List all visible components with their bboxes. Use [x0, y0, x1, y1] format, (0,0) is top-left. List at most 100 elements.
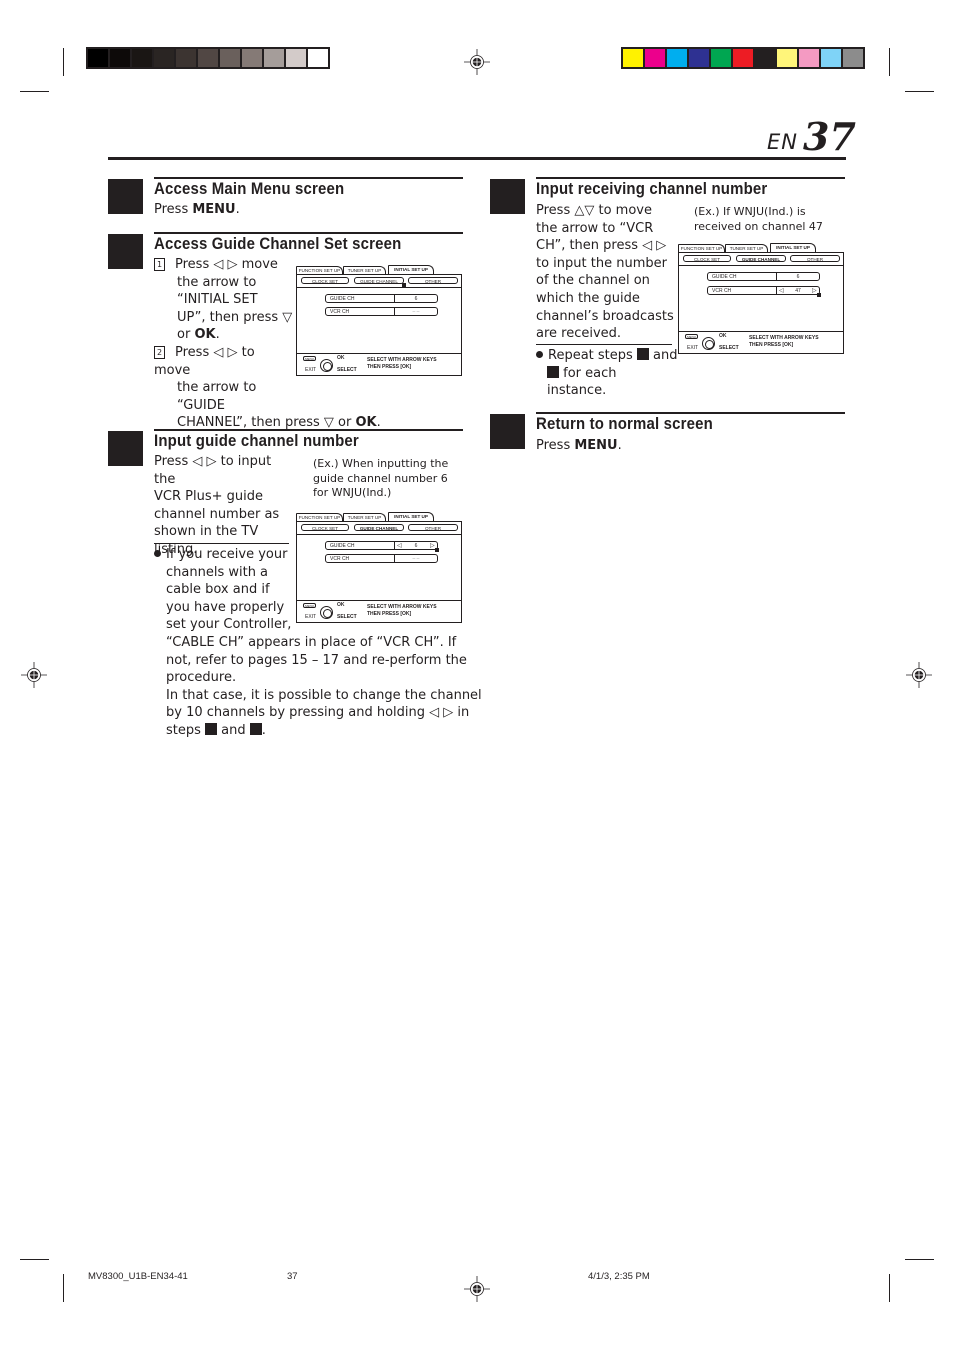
guide-ch-value: 6	[796, 274, 800, 280]
process-color-swatch	[711, 49, 731, 67]
crop-mark	[889, 1274, 890, 1302]
osd-tab-initial-setup: INITIAL SET UP	[388, 265, 434, 274]
process-color-swatch	[821, 49, 841, 67]
osd-row-guide-ch: GUIDE CH 6	[707, 272, 820, 281]
osd-instructions: SELECT WITH ARROW KEYS THEN PRESS [OK]	[367, 604, 437, 617]
grayscale-swatch	[176, 49, 196, 67]
osd-cursor-icon	[435, 548, 439, 552]
step-marker	[108, 179, 143, 214]
registration-mark-icon	[464, 49, 490, 75]
registration-mark-icon	[906, 662, 932, 688]
main-menu-instruction: Press MENU.	[154, 202, 240, 217]
osd-menu-key-icon: MENU	[303, 356, 316, 361]
osd-select-label: SELECT	[337, 367, 357, 373]
grayscale-swatch	[308, 49, 328, 67]
section-title-guide-set: Access Guide Channel Set screen	[154, 234, 402, 253]
step-ref-icon	[205, 722, 218, 735]
grayscale-swatch	[88, 49, 108, 67]
osd-subtab-other: OTHER	[790, 255, 840, 262]
osd-menu-key-icon: MENU	[303, 603, 316, 608]
osd-row-guide-ch: GUIDE CH ◁ 6 ▷	[325, 541, 438, 550]
osd-instructions: SELECT WITH ARROW KEYS THEN PRESS [OK]	[749, 335, 819, 348]
grayscale-swatch	[110, 49, 130, 67]
section-title-guide-input: Input guide channel number	[154, 431, 359, 450]
osd-ok-label: OK	[719, 333, 727, 339]
osd-tab-tuner-setup: TUNER SET UP	[343, 266, 386, 274]
osd-screen-guide-input: FUNCTION SET UP TUNER SET UP INITIAL SET…	[296, 512, 462, 623]
divider	[154, 543, 289, 544]
menu-key-label: MENU	[574, 438, 618, 453]
menu-key-label: MENU	[192, 202, 236, 217]
vcr-ch-value: – –	[412, 556, 420, 562]
osd-joystick-icon	[702, 337, 715, 350]
osd-subtab-guide-channel: GUIDE CHANNEL	[736, 255, 786, 262]
osd-select-label: SELECT	[337, 614, 357, 620]
divider	[536, 344, 672, 345]
guide-set-instructions: 1 Press ◁ ▷ move the arrow to “INITIAL SE…	[154, 257, 381, 431]
osd-tab-function-setup: FUNCTION SET UP	[296, 513, 343, 521]
process-color-swatch	[755, 49, 775, 67]
osd-subtab-clock-set: CLOCK SET	[301, 277, 349, 284]
right-arrow-icon: ▷	[430, 543, 435, 549]
process-color-swatch	[623, 49, 643, 67]
osd-subtab-guide-channel: GUIDE CHANNEL	[354, 524, 404, 531]
osd-instructions: SELECT WITH ARROW KEYS THEN PRESS [OK]	[367, 357, 437, 370]
osd-tab-function-setup: FUNCTION SET UP	[296, 266, 343, 274]
osd-tab-tuner-setup: TUNER SET UP	[343, 513, 386, 521]
guide-ch-value: 6	[414, 296, 418, 302]
vcr-ch-value: – –	[412, 309, 420, 315]
grayscale-swatch	[242, 49, 262, 67]
section-title-return: Return to normal screen	[536, 414, 713, 433]
osd-subtab-other: OTHER	[408, 524, 458, 531]
osd-menu-key-icon: MENU	[685, 334, 698, 339]
bullet-icon	[154, 550, 161, 557]
osd-divider	[297, 600, 461, 601]
return-instruction: Press MENU.	[536, 438, 622, 453]
footer-timestamp: 4/1/3, 2:35 PM	[588, 1271, 650, 1282]
grayscale-swatch	[154, 49, 174, 67]
grayscale-swatch	[220, 49, 240, 67]
osd-divider	[297, 534, 461, 535]
receive-input-instructions: Press △▽ to move the arrow to “VCR CH”, …	[536, 203, 674, 342]
osd-subtab-guide-channel: GUIDE CHANNEL	[354, 277, 404, 284]
osd-subtab-clock-set: CLOCK SET	[683, 255, 731, 262]
step-ref-icon	[636, 348, 649, 360]
crop-mark	[63, 1274, 64, 1302]
process-color-swatch	[689, 49, 709, 67]
osd-divider	[297, 353, 461, 354]
osd-select-label: SELECT	[719, 345, 739, 351]
guide-input-example-caption: (Ex.) When inputting the guide channel n…	[313, 457, 449, 500]
bullet-icon	[536, 351, 543, 358]
osd-row-guide-ch: GUIDE CH 6	[325, 294, 438, 303]
osd-subtab-clock-set: CLOCK SET	[301, 524, 349, 531]
step-number-box: 1	[154, 258, 165, 271]
header-rule	[108, 157, 846, 160]
step-ref-icon	[249, 722, 262, 735]
osd-divider	[679, 265, 843, 266]
osd-tab-function-setup: FUNCTION SET UP	[678, 244, 725, 252]
step-marker	[490, 179, 525, 214]
osd-exit-label: EXIT	[687, 345, 699, 351]
osd-subtab-other: OTHER	[408, 277, 458, 284]
osd-tab-initial-setup: INITIAL SET UP	[388, 512, 434, 521]
process-color-bar	[621, 47, 865, 69]
osd-joystick-icon	[320, 606, 333, 619]
process-color-swatch	[777, 49, 797, 67]
step-marker	[108, 234, 143, 269]
crop-mark	[889, 48, 890, 76]
grayscale-swatch	[286, 49, 306, 67]
grayscale-swatch	[198, 49, 218, 67]
osd-cursor-icon	[817, 293, 821, 297]
process-color-swatch	[645, 49, 665, 67]
registration-mark-icon	[21, 662, 47, 688]
osd-joystick-icon	[320, 359, 333, 372]
process-color-swatch	[843, 49, 863, 67]
osd-divider	[297, 287, 461, 288]
crop-mark	[905, 91, 934, 92]
section-title-main-menu: Access Main Menu screen	[154, 179, 345, 198]
footer-page-number: 37	[287, 1271, 298, 1282]
grayscale-color-bar	[86, 47, 330, 69]
right-arrow-icon: ▷	[812, 288, 817, 294]
osd-row-vcr-ch: VCR CH ◁ 47 ▷	[707, 286, 820, 295]
grayscale-swatch	[132, 49, 152, 67]
